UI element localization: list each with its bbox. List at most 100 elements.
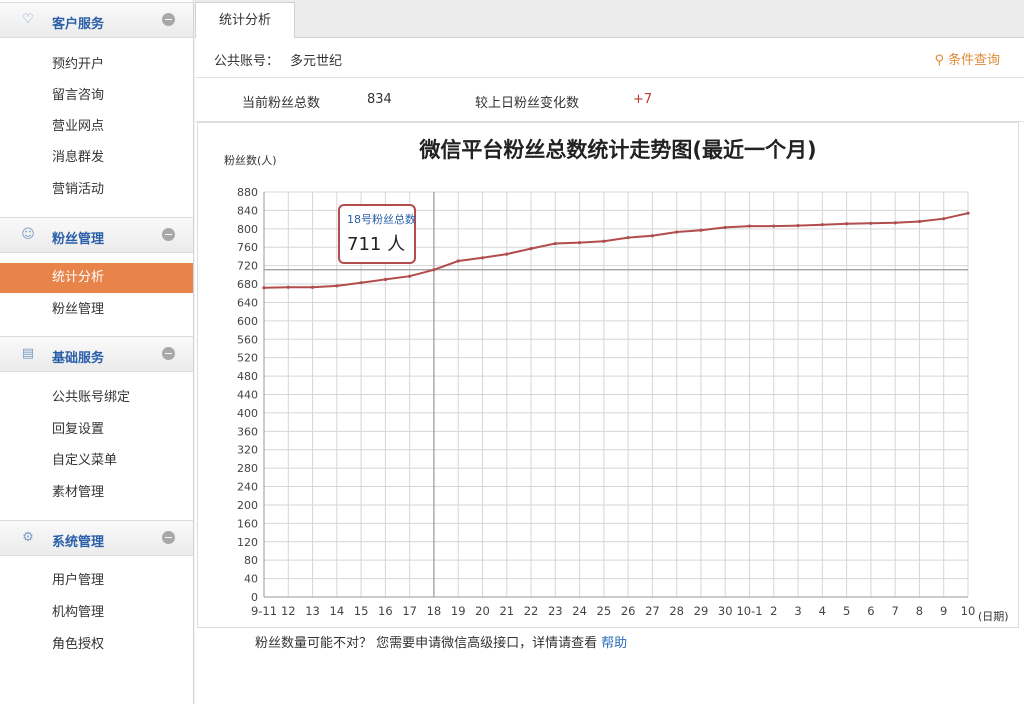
- data-point: [820, 223, 824, 227]
- collapse-icon[interactable]: −: [162, 531, 175, 544]
- y-tick-label: 400: [237, 407, 258, 420]
- document-icon: ▤: [21, 346, 35, 361]
- y-tick-label: 120: [237, 536, 258, 549]
- data-point: [383, 277, 387, 282]
- x-tick-label: 5: [843, 604, 850, 618]
- sidebar-item-statistics[interactable]: 统计分析: [0, 263, 193, 293]
- data-point: [602, 239, 606, 243]
- data-point: [893, 221, 897, 225]
- section-title: 客户服务: [52, 17, 105, 32]
- collapse-icon[interactable]: −: [162, 347, 175, 360]
- sidebar-item-organizations[interactable]: 机构管理: [0, 598, 193, 628]
- sidebar-item-outlets[interactable]: 营业网点: [0, 112, 193, 142]
- sidebar-item-appointment[interactable]: 预约开户: [0, 50, 193, 80]
- y-tick-label: 480: [237, 370, 258, 383]
- chart-title: 微信平台粉丝总数统计走势图(最近一个月): [418, 138, 816, 162]
- data-point: [917, 219, 922, 224]
- sidebar-item-broadcast[interactable]: 消息群发: [0, 143, 193, 173]
- section-system-management[interactable]: ⚙ 系统管理 −: [0, 520, 193, 556]
- collapse-icon[interactable]: −: [162, 13, 175, 26]
- y-tick-label: 440: [237, 389, 258, 402]
- account-name: 多元世纪: [290, 54, 343, 69]
- data-point: [505, 252, 509, 256]
- fans-trend-chart: 微信平台粉丝总数统计走势图(最近一个月) 粉丝数(人) (日期) 0 40 80 120 16…: [224, 138, 1009, 623]
- x-tick-label: 20: [475, 604, 490, 618]
- sidebar-item-message[interactable]: 留言咨询: [0, 81, 193, 111]
- x-tick-label: 10-1: [736, 604, 762, 618]
- y-tick-label: 760: [237, 241, 258, 254]
- y-tick-label: 200: [237, 499, 258, 512]
- x-tick-label: 18: [427, 604, 442, 618]
- y-tick-label: 680: [237, 278, 258, 291]
- y-tick-label: 280: [237, 462, 258, 475]
- x-tick-label: 14: [330, 604, 345, 618]
- help-link[interactable]: 帮助: [601, 636, 627, 651]
- y-tick-label: 520: [237, 352, 258, 365]
- data-point: [942, 217, 946, 221]
- tab-bar: 统计分析: [195, 0, 1024, 38]
- x-tick-label: 29: [694, 604, 709, 618]
- y-tick-label: 840: [237, 204, 258, 217]
- y-tick-label: 880: [237, 186, 258, 199]
- data-point: [869, 221, 873, 225]
- y-tick-label: 40: [244, 573, 258, 586]
- data-point: [553, 241, 557, 246]
- data-point: [796, 223, 800, 228]
- sidebar-item-reply-settings[interactable]: 回复设置: [0, 415, 193, 445]
- total-fans-value: 834: [367, 92, 392, 107]
- x-tick-label: 6: [867, 604, 874, 618]
- x-tick-label: 28: [669, 604, 684, 618]
- y-tick-label: 240: [237, 481, 258, 494]
- data-point: [626, 235, 630, 240]
- data-point: [262, 286, 266, 290]
- data-point: [408, 274, 412, 278]
- sidebar-item-custom-menu[interactable]: 自定义菜单: [0, 446, 193, 476]
- sidebar-item-users[interactable]: 用户管理: [0, 566, 193, 596]
- x-tick-label: 26: [621, 604, 636, 618]
- sidebar-item-materials[interactable]: 素材管理: [0, 478, 193, 508]
- y-tick-label: 80: [244, 554, 258, 567]
- x-tick-label: 8: [916, 604, 923, 618]
- collapse-icon[interactable]: −: [162, 228, 175, 241]
- section-title: 基础服务: [52, 351, 105, 366]
- tooltip-value: 711 人: [347, 234, 405, 255]
- data-point: [747, 224, 752, 228]
- x-tick-label: 12: [281, 604, 296, 618]
- x-tick-label: 24: [572, 604, 587, 618]
- x-tick-label: 10: [961, 604, 976, 618]
- sidebar-item-marketing[interactable]: 营销活动: [0, 175, 193, 205]
- y-tick-label: 360: [237, 425, 258, 438]
- data-point: [286, 285, 290, 289]
- section-fans-management[interactable]: ☺ 粉丝管理 −: [0, 217, 193, 253]
- x-tick-label: 17: [402, 604, 417, 618]
- condition-query-button[interactable]: ⚲ 条件查询: [934, 49, 1000, 68]
- section-basic-services[interactable]: ▤ 基础服务 −: [0, 336, 193, 372]
- footer-note-text: 粉丝数量可能不对？ 您需要申请微信高级接口，详情请查看: [255, 636, 598, 651]
- search-icon: ⚲: [934, 53, 944, 68]
- data-point: [772, 224, 776, 228]
- data-point: [456, 259, 460, 263]
- y-tick-label: 320: [237, 444, 258, 457]
- y-tick-label: 640: [237, 296, 258, 309]
- data-point: [310, 285, 315, 289]
- x-tick-label: 30: [718, 604, 733, 618]
- gear-icon: ⚙: [22, 530, 34, 545]
- x-axis-label: (日期): [978, 610, 1009, 623]
- footer-note: 粉丝数量可能不对？ 您需要申请微信高级接口，详情请查看 帮助: [255, 632, 627, 651]
- tab-statistics[interactable]: 统计分析: [195, 2, 295, 38]
- sidebar-item-fans[interactable]: 粉丝管理: [0, 295, 193, 325]
- sidebar: ♡ 客户服务 − 预约开户 留言咨询 营业网点 消息群发 营销活动 ☺ 粉丝管理…: [0, 0, 194, 704]
- chart-panel: 微信平台粉丝总数统计走势图(最近一个月) 粉丝数(人) (日期) 0 40 80 120 16…: [197, 122, 1019, 628]
- data-point: [966, 211, 970, 215]
- x-tick-label: 27: [645, 604, 660, 618]
- x-tick-label: 19: [451, 604, 466, 618]
- data-point: [359, 281, 363, 285]
- section-title: 粉丝管理: [52, 232, 105, 247]
- section-customer-service[interactable]: ♡ 客户服务 −: [0, 2, 193, 38]
- data-point: [699, 228, 703, 232]
- heart-icon: ♡: [22, 12, 34, 27]
- data-point: [480, 256, 485, 260]
- sidebar-item-account-binding[interactable]: 公共账号绑定: [0, 383, 193, 413]
- sidebar-item-roles[interactable]: 角色授权: [0, 630, 193, 660]
- y-tick-label: 600: [237, 315, 258, 328]
